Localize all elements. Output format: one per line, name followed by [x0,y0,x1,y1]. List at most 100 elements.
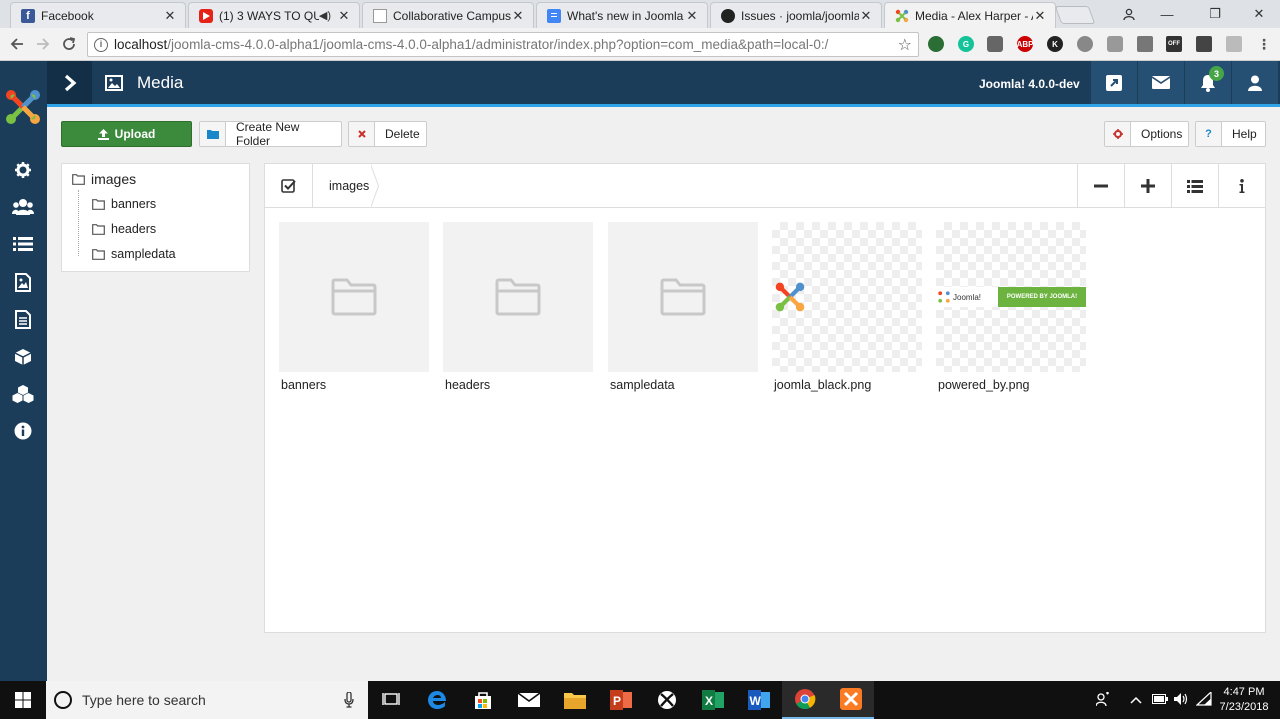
help-button[interactable]: ? Help [1195,121,1266,147]
browser-tab-collaborative[interactable]: Collaborative Campus S ✕ [362,2,534,28]
microphone-icon[interactable] [344,692,354,708]
document-icon [373,8,387,23]
taskbar-search[interactable]: Type here to search [46,681,368,719]
external-link-button[interactable] [1090,61,1137,104]
address-bar[interactable]: i localhost/joomla-cms-4.0.0-alpha1/joom… [87,32,919,57]
minimize-icon[interactable]: — [1144,0,1190,28]
tree-item-headers[interactable]: headers [92,222,156,236]
close-icon[interactable]: ✕ [163,8,177,24]
tree-item-banners[interactable]: banners [92,197,156,211]
browser-tab-media[interactable]: Media - Alex Harper - A ✕ [884,2,1056,28]
media-item-headers[interactable]: headers [443,222,593,392]
media-item-powered-by[interactable]: Joomla! POWERED BY JOOMLA! powered_by.pn… [936,222,1086,392]
reload-icon[interactable] [58,33,80,55]
extension-car-icon[interactable] [987,36,1003,52]
wifi-icon[interactable] [1195,690,1212,709]
speaker-icon[interactable]: ◀) [319,9,331,22]
folder-icon [92,248,105,260]
select-all-button[interactable] [265,164,313,208]
tree-item-label: headers [111,222,157,236]
browser-tab-youtube[interactable]: (1) 3 WAYS TO QUIC ◀) ✕ [188,2,360,28]
plus-icon [1141,179,1155,193]
create-folder-button[interactable]: Create New Folder [199,120,342,148]
new-tab-button[interactable] [1054,6,1096,24]
users-icon[interactable] [12,196,34,218]
image-thumbnail: Joomla! POWERED BY JOOMLA! [936,222,1086,372]
close-icon[interactable]: ✕ [337,8,351,24]
info-circle-icon[interactable] [12,420,34,442]
windows-logo-icon [15,692,31,708]
media-item-joomla-black[interactable]: joomla_black.png [772,222,922,392]
list-icon[interactable] [12,233,34,255]
xbox-icon[interactable] [644,681,690,719]
task-view-icon[interactable] [368,681,414,719]
upload-button[interactable]: Upload [61,121,192,147]
user-menu-button[interactable] [1231,61,1278,104]
delete-button[interactable]: Delete [348,121,427,147]
chevron-up-icon[interactable] [1130,692,1142,707]
xampp-icon[interactable] [828,681,874,719]
messages-button[interactable] [1137,61,1184,104]
media-item-name: powered_by.png [938,378,1030,392]
bookmark-star-icon[interactable]: ☆ [898,35,912,55]
extension-download-icon[interactable] [1196,36,1212,52]
extension-globe-icon[interactable] [928,36,944,52]
excel-icon[interactable]: X [690,681,736,719]
media-item-name: banners [281,378,327,392]
adblock-icon[interactable]: ABP [1017,36,1033,52]
notifications-button[interactable]: 3 [1184,61,1231,104]
gear-icon[interactable] [12,159,34,181]
edge-icon[interactable] [414,681,460,719]
browser-menu-icon[interactable]: ⋮ [1256,36,1272,52]
forward-icon[interactable] [32,33,54,55]
browser-tab-docs[interactable]: What's new in Joomla 4 ✕ [536,2,708,28]
info-icon[interactable]: i [94,37,108,52]
info-button[interactable] [1218,164,1265,208]
extension-shield-icon[interactable] [1107,36,1123,52]
mail-icon[interactable] [506,681,552,719]
close-icon[interactable]: ✕ [859,8,873,24]
menu-toggle-button[interactable] [47,61,92,104]
extension-gear-icon[interactable] [1077,36,1093,52]
joomla-logo[interactable] [4,88,42,126]
media-item-sampledata[interactable]: sampledata [608,222,758,392]
article-icon[interactable] [12,308,34,330]
extension-cube-icon[interactable] [12,346,34,368]
folder-thumbnail [279,222,429,372]
browser-tab-github[interactable]: Issues · joomla/joomla-c ✕ [710,2,882,28]
tree-item-images[interactable]: images [72,171,136,187]
powerpoint-icon[interactable]: P [598,681,644,719]
file-explorer-icon[interactable] [552,681,598,719]
restore-icon[interactable]: ❐ [1192,0,1238,28]
browser-tab-facebook[interactable]: f Facebook ✕ [10,2,186,28]
window-close-icon[interactable]: ✕ [1236,0,1280,28]
chrome-icon[interactable] [782,681,828,719]
options-button[interactable]: Options [1104,121,1189,147]
people-icon[interactable] [1095,691,1110,709]
cubes-icon[interactable] [12,383,34,405]
windows-start-button[interactable] [0,681,46,719]
tree-item-label: images [91,171,137,187]
tree-item-sampledata[interactable]: sampledata [92,247,176,261]
system-clock[interactable]: 4:47 PM 7/23/2018 [1214,685,1274,715]
extension-card-icon[interactable] [1137,36,1153,52]
grammarly-icon[interactable]: G [958,36,974,52]
image-thumbnail [772,222,922,372]
close-icon[interactable]: ✕ [685,8,699,24]
zoom-in-button[interactable] [1124,164,1171,208]
media-image-icon[interactable] [12,271,34,293]
extension-k-icon[interactable]: K [1047,36,1063,52]
volume-icon[interactable] [1174,692,1190,709]
extension-off-icon[interactable]: OFF [1166,36,1182,52]
url-host: localhost [114,37,168,52]
word-icon[interactable]: W [736,681,782,719]
media-item-banners[interactable]: banners [279,222,429,392]
zoom-out-button[interactable] [1077,164,1124,208]
list-view-button[interactable] [1171,164,1218,208]
battery-icon[interactable] [1152,692,1168,707]
store-icon[interactable] [460,681,506,719]
close-icon[interactable]: ✕ [1033,8,1047,24]
extension-page-icon[interactable] [1226,36,1242,52]
close-icon[interactable]: ✕ [511,8,525,24]
back-icon[interactable] [6,33,28,55]
